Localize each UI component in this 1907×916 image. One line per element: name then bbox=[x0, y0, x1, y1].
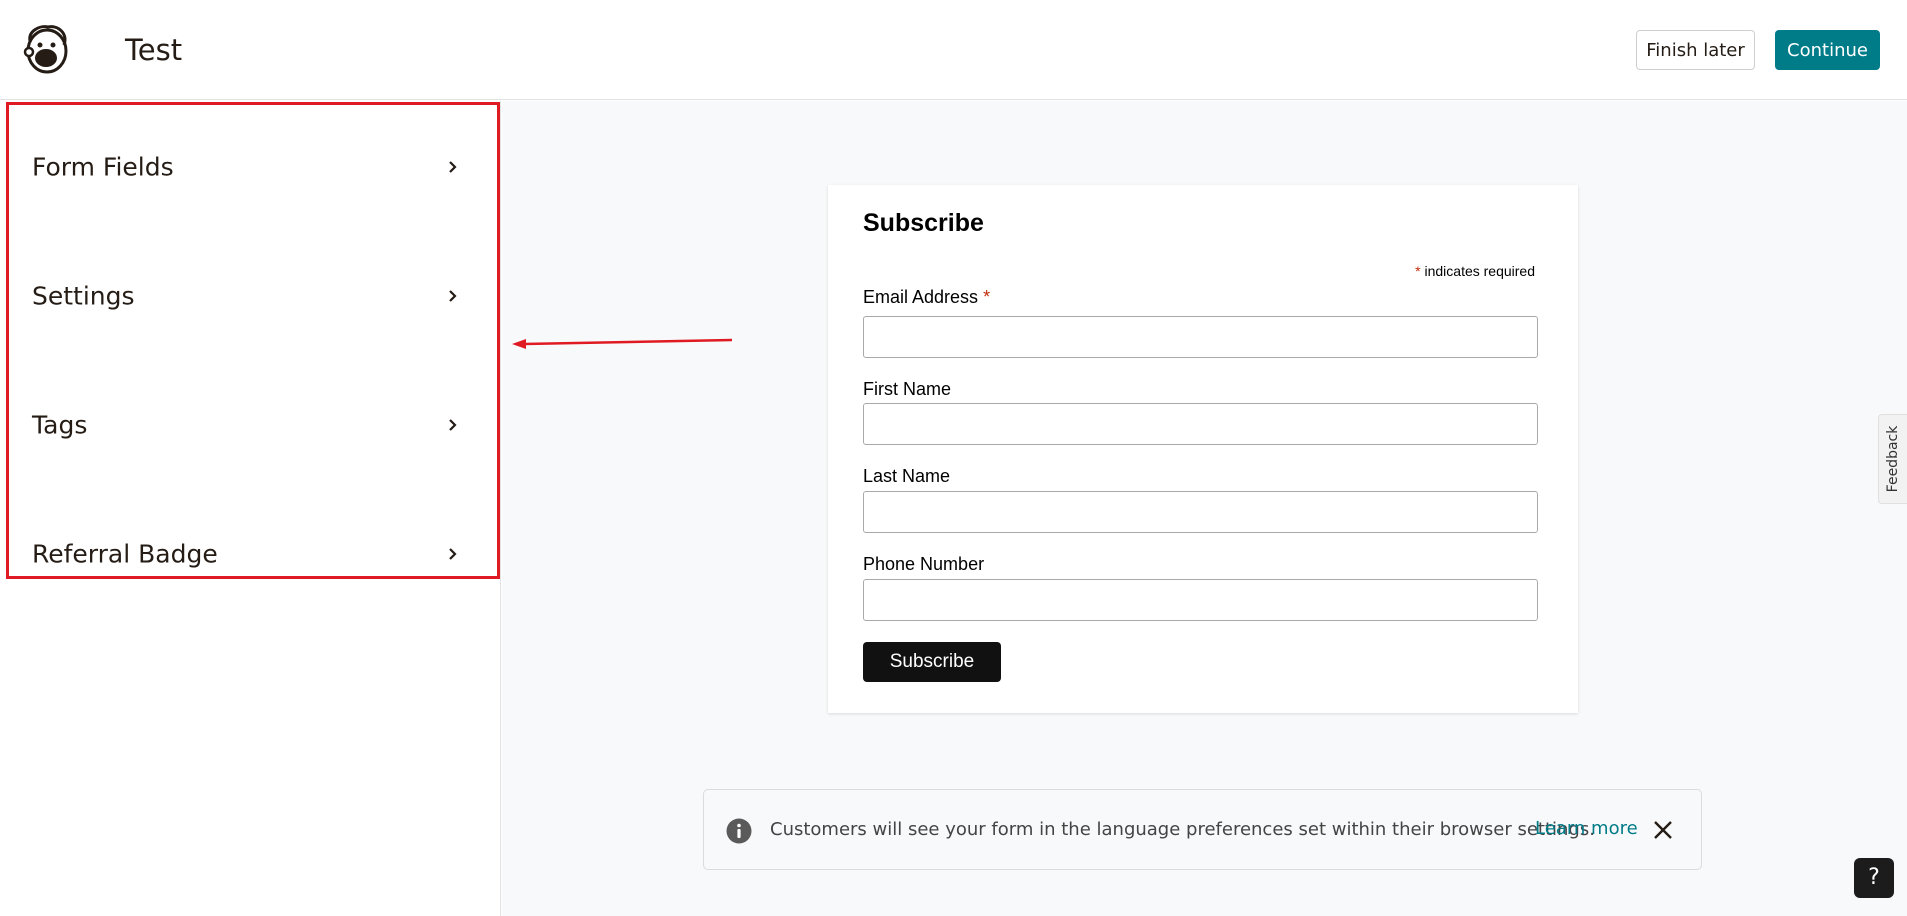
sidebar-item-settings[interactable]: Settings bbox=[6, 231, 500, 360]
feedback-tab[interactable]: Feedback bbox=[1878, 414, 1907, 504]
mailchimp-logo-icon[interactable] bbox=[22, 23, 72, 75]
email-label-text: Email Address bbox=[863, 287, 979, 307]
page-title: Test bbox=[125, 33, 183, 67]
top-header: Test Finish later Continue bbox=[0, 0, 1907, 100]
info-icon bbox=[726, 818, 752, 844]
feedback-label: Feedback bbox=[1885, 425, 1901, 493]
continue-button[interactable]: Continue bbox=[1775, 30, 1880, 70]
last-name-field[interactable] bbox=[863, 491, 1538, 533]
required-note-text: indicates required bbox=[1424, 263, 1535, 279]
chevron-right-icon bbox=[449, 289, 457, 302]
chevron-right-icon bbox=[449, 418, 457, 431]
sidebar-item-referral-badge[interactable]: Referral Badge bbox=[6, 489, 500, 618]
first-name-field[interactable] bbox=[863, 403, 1538, 445]
banner-message: Customers will see your form in the lang… bbox=[770, 819, 1595, 840]
last-name-label: Last Name bbox=[863, 466, 951, 486]
learn-more-link[interactable]: Learn more bbox=[1535, 818, 1638, 839]
sidebar: Form Fields Settings Tags Referral Badge bbox=[0, 101, 501, 916]
required-star: * bbox=[1415, 263, 1421, 279]
sidebar-item-label: Referral Badge bbox=[32, 539, 218, 568]
email-field[interactable] bbox=[863, 316, 1538, 358]
sidebar-item-form-fields[interactable]: Form Fields bbox=[6, 102, 500, 231]
language-info-banner: Customers will see your form in the lang… bbox=[703, 789, 1702, 870]
sidebar-item-label: Tags bbox=[32, 410, 88, 439]
close-icon[interactable] bbox=[1652, 819, 1674, 841]
signup-form-card: Subscribe * indicates required Email Add… bbox=[828, 185, 1578, 713]
chevron-right-icon bbox=[449, 160, 457, 173]
sidebar-item-label: Settings bbox=[32, 281, 135, 310]
phone-number-label: Phone Number bbox=[863, 554, 985, 574]
first-name-label: First Name bbox=[863, 379, 952, 399]
form-title: Subscribe bbox=[863, 209, 984, 237]
required-star: * bbox=[983, 287, 991, 307]
sidebar-item-tags[interactable]: Tags bbox=[6, 360, 500, 489]
finish-later-button[interactable]: Finish later bbox=[1636, 30, 1755, 70]
email-label: Email Address * bbox=[863, 287, 990, 308]
phone-number-field[interactable] bbox=[863, 579, 1538, 621]
help-button[interactable]: ? bbox=[1854, 858, 1894, 898]
required-note: * indicates required bbox=[1415, 263, 1535, 279]
chevron-right-icon bbox=[449, 547, 457, 560]
annotation-arrow-icon bbox=[512, 338, 733, 349]
subscribe-button[interactable]: Subscribe bbox=[863, 642, 1001, 682]
sidebar-item-label: Form Fields bbox=[32, 152, 174, 181]
